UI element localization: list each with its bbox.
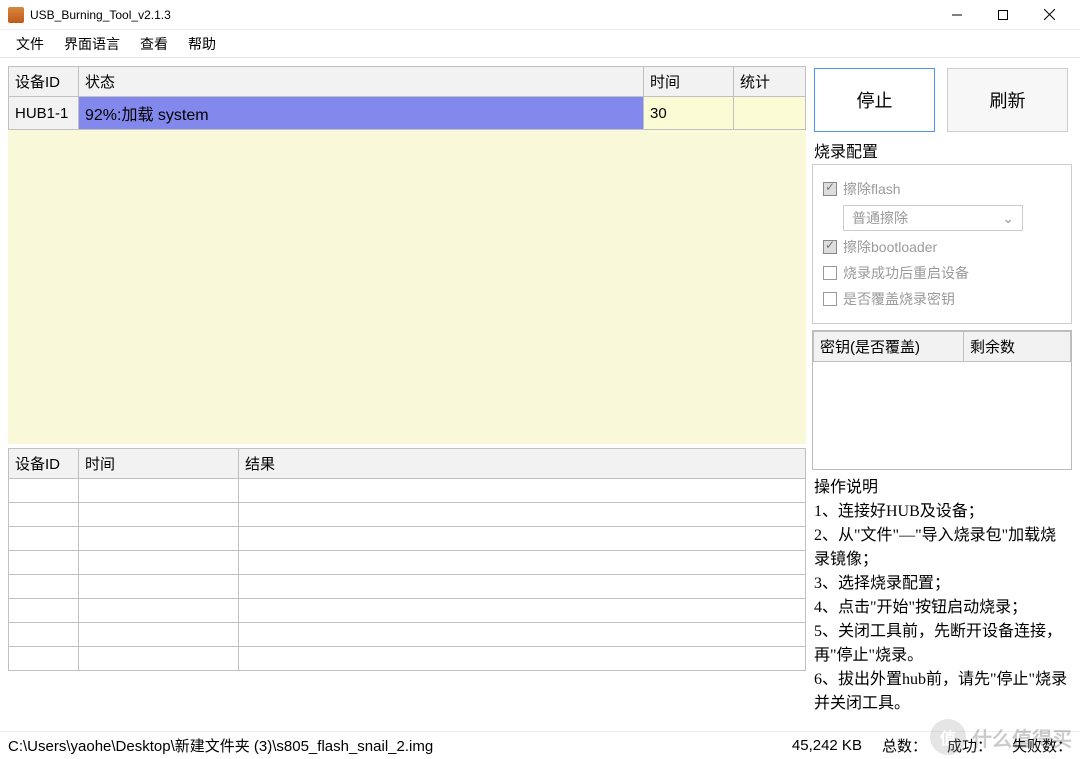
key-panel: 密钥(是否覆盖) 剩余数 — [812, 330, 1072, 470]
status-fail: 失败数： — [1012, 735, 1072, 756]
status-total: 总数： — [882, 735, 927, 756]
erase-mode-value: 普通擦除 — [852, 208, 908, 228]
reboot-after-row[interactable]: 烧录成功后重启设备 — [823, 263, 1061, 283]
menu-language[interactable]: 界面语言 — [56, 32, 128, 56]
col-count[interactable]: 统计 — [734, 67, 806, 97]
minimize-button[interactable] — [934, 0, 980, 30]
erase-flash-row[interactable]: 擦除flash — [823, 179, 1061, 199]
app-icon — [8, 7, 24, 23]
config-panel: 擦除flash 普通擦除 ⌄ 擦除bootloader 烧录成功后重启设备 是否… — [812, 164, 1072, 324]
menu-file[interactable]: 文件 — [8, 32, 52, 56]
cell-time: 30 — [644, 97, 734, 130]
statusbar: C:\Users\yaohe\Desktop\新建文件夹 (3)\s805_fl… — [0, 731, 1080, 759]
erase-bootloader-row[interactable]: 擦除bootloader — [823, 237, 1061, 257]
cell-device: HUB1-1 — [9, 97, 79, 130]
reboot-after-label: 烧录成功后重启设备 — [843, 263, 969, 283]
instruction-line: 6、拔出外置hub前，请先"停止"烧录并关闭工具。 — [814, 668, 1070, 716]
menu-view[interactable]: 查看 — [132, 32, 176, 56]
close-button[interactable] — [1026, 0, 1072, 30]
col-time[interactable]: 时间 — [644, 67, 734, 97]
window-title: USB_Burning_Tool_v2.1.3 — [30, 8, 934, 22]
overwrite-key-label: 是否覆盖烧录密钥 — [843, 289, 955, 309]
col-device[interactable]: 设备ID — [9, 67, 79, 97]
chevron-down-icon: ⌄ — [1002, 210, 1014, 227]
menubar: 文件 界面语言 查看 帮助 — [0, 30, 1080, 58]
status-success: 成功： — [947, 735, 992, 756]
col-result[interactable]: 结果 — [239, 449, 806, 479]
table-row — [9, 503, 806, 527]
col-device[interactable]: 设备ID — [9, 449, 79, 479]
table-row — [9, 479, 806, 503]
col-status[interactable]: 状态 — [79, 67, 644, 97]
checkbox-icon — [823, 182, 837, 196]
instructions-panel: 操作说明 1、连接好HUB及设备； 2、从"文件"—"导入烧录包"加载烧录镜像；… — [812, 476, 1072, 716]
table-row[interactable]: HUB1-1 92%:加载 system 30 — [9, 97, 806, 130]
titlebar: USB_Burning_Tool_v2.1.3 — [0, 0, 1080, 30]
instruction-line: 3、选择烧录配置； — [814, 572, 1070, 596]
erase-mode-select[interactable]: 普通擦除 ⌄ — [843, 205, 1023, 231]
device-status-panel: 设备ID 状态 时间 统计 HUB1-1 92%:加载 system 30 — [8, 66, 806, 444]
status-path: C:\Users\yaohe\Desktop\新建文件夹 (3)\s805_fl… — [8, 735, 433, 756]
table-header-row: 设备ID 状态 时间 统计 — [9, 67, 806, 97]
col-remain[interactable]: 剩余数 — [964, 332, 1071, 362]
erase-flash-label: 擦除flash — [843, 179, 901, 199]
result-panel: 设备ID 时间 结果 — [8, 448, 806, 683]
stop-button[interactable]: 停止 — [814, 68, 935, 132]
col-time[interactable]: 时间 — [79, 449, 239, 479]
table-row — [9, 623, 806, 647]
refresh-button[interactable]: 刷新 — [947, 68, 1068, 132]
table-row — [9, 551, 806, 575]
status-text: 92%:加载 system — [79, 97, 643, 129]
status-size: 45,242 KB — [792, 737, 862, 754]
key-table: 密钥(是否覆盖) 剩余数 — [813, 331, 1071, 362]
erase-bootloader-label: 擦除bootloader — [843, 237, 937, 257]
overwrite-key-row[interactable]: 是否覆盖烧录密钥 — [823, 289, 1061, 309]
col-key[interactable]: 密钥(是否覆盖) — [814, 332, 964, 362]
device-status-table: 设备ID 状态 时间 统计 HUB1-1 92%:加载 system 30 — [8, 66, 806, 130]
cell-count — [734, 97, 806, 130]
result-table: 设备ID 时间 结果 — [8, 448, 806, 671]
table-row — [9, 647, 806, 671]
menu-help[interactable]: 帮助 — [180, 32, 224, 56]
instruction-line: 1、连接好HUB及设备； — [814, 500, 1070, 524]
instruction-line: 5、关闭工具前，先断开设备连接，再"停止"烧录。 — [814, 620, 1070, 668]
checkbox-icon — [823, 266, 837, 280]
instructions-title: 操作说明 — [814, 476, 1070, 500]
cell-status: 92%:加载 system — [79, 97, 644, 130]
table-row — [9, 527, 806, 551]
table-header-row: 设备ID 时间 结果 — [9, 449, 806, 479]
instruction-line: 4、点击"开始"按钮启动烧录； — [814, 596, 1070, 620]
checkbox-icon — [823, 292, 837, 306]
maximize-button[interactable] — [980, 0, 1026, 30]
table-row — [9, 575, 806, 599]
checkbox-icon — [823, 240, 837, 254]
config-title: 烧录配置 — [812, 138, 1072, 164]
table-row — [9, 599, 806, 623]
instruction-line: 2、从"文件"—"导入烧录包"加载烧录镜像； — [814, 524, 1070, 572]
